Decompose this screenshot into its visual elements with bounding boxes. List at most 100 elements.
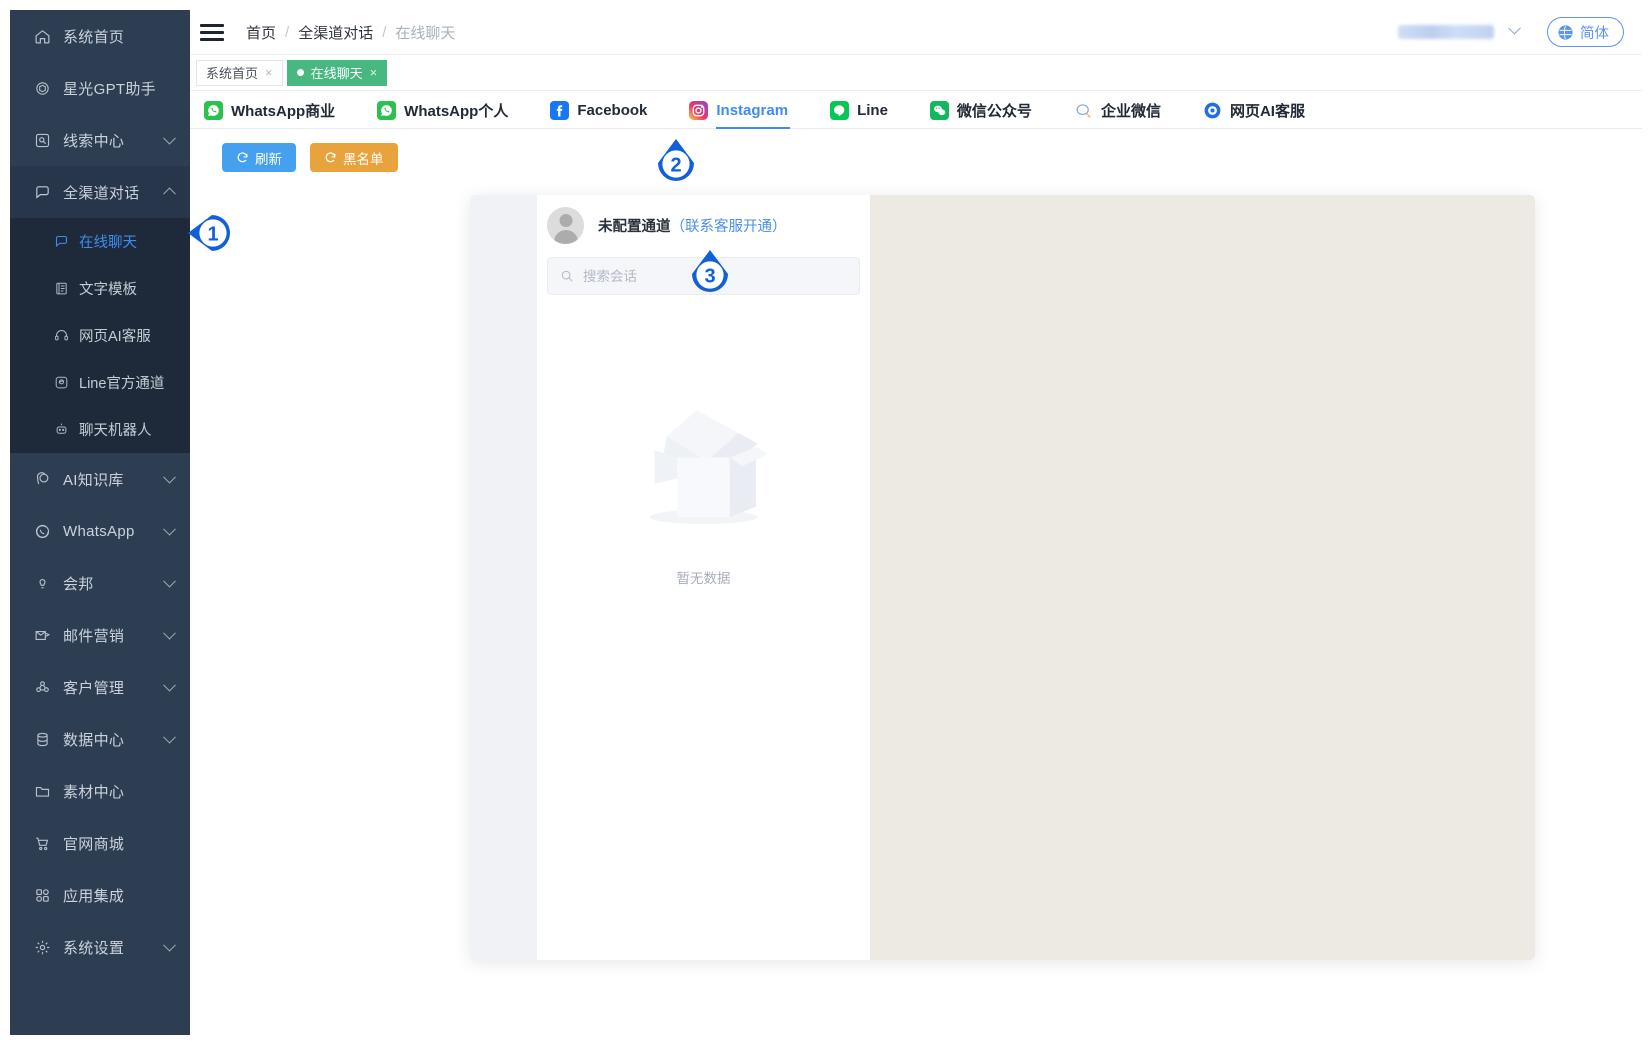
page-tab-online-chat[interactable]: 在线聊天 × [286, 59, 388, 86]
breadcrumb: 首页 / 全渠道对话 / 在线聊天 [246, 22, 455, 43]
gpt-icon [32, 78, 52, 98]
sidebar-item-whatsapp[interactable]: WhatsApp [10, 505, 190, 557]
sidebar-item-omnichannel[interactable]: 全渠道对话 [10, 166, 190, 218]
sidebar-item-shop[interactable]: 官网商城 [10, 817, 190, 869]
close-icon[interactable]: × [265, 66, 273, 79]
chevron-down-icon [163, 730, 176, 744]
svg-text:2: 2 [670, 155, 681, 177]
channel-tab-instagram[interactable]: Instagram [689, 92, 790, 129]
sidebar-item-ai-knowledge[interactable]: AI知识库 [10, 453, 190, 505]
chevron-down-icon[interactable] [1508, 21, 1521, 35]
channel-tab-label: Line [857, 101, 888, 119]
sidebar-item-label: 系统设置 [63, 939, 125, 957]
sidebar-item-web-ai-service[interactable]: 网页AI客服 [10, 312, 190, 359]
sidebar-item-label: AI知识库 [63, 471, 124, 489]
panel-left-rail [470, 195, 537, 960]
line-icon [830, 100, 850, 120]
sidebar-item-label: 聊天机器人 [79, 423, 152, 439]
sidebar-item-data-center[interactable]: 数据中心 [10, 713, 190, 765]
sidebar-item-app-integration[interactable]: 应用集成 [10, 869, 190, 921]
chevron-down-icon [163, 574, 176, 588]
channel-status-header: 未配置通道（联系客服开通） [537, 195, 870, 255]
sidebar-item-home[interactable]: 系统首页 [10, 10, 190, 62]
blacklist-button[interactable]: 黑名单 [310, 143, 398, 172]
database-icon [32, 729, 52, 749]
sidebar-item-chatbot[interactable]: 聊天机器人 [10, 406, 190, 453]
channel-tab-line[interactable]: Line [830, 92, 888, 128]
annotation-marker-2: 2 [653, 137, 699, 183]
action-buttons: 刷新 黑名单 [222, 143, 398, 172]
sidebar-item-email-marketing[interactable]: 邮件营销 [10, 609, 190, 661]
breadcrumb-item-home[interactable]: 首页 [246, 22, 276, 43]
channel-tab-web-ai-service[interactable]: 网页AI客服 [1203, 92, 1305, 128]
channel-tab-label: 微信公众号 [956, 102, 1032, 120]
search-icon [560, 269, 574, 283]
sidebar-item-label: 客户管理 [63, 679, 125, 697]
close-icon[interactable]: × [370, 66, 378, 79]
user-name-redacted[interactable] [1398, 25, 1494, 39]
avatar [547, 206, 584, 244]
conversation-list-column: 未配置通道（联系客服开通） 搜索会话 暂无数据 [537, 195, 870, 960]
sidebar-item-huibang[interactable]: 会邦 [10, 557, 190, 609]
channel-tab-label: WhatsApp个人 [404, 102, 509, 120]
sidebar-item-text-template[interactable]: 文字模板 [10, 265, 190, 312]
line-icon [52, 374, 70, 392]
channel-tab-wechat-official[interactable]: 微信公众号 [929, 92, 1032, 128]
language-button[interactable]: 简体 [1547, 17, 1624, 47]
web-ai-icon [1203, 101, 1222, 120]
wecom-icon [1074, 101, 1093, 120]
sidebar-item-material-center[interactable]: 素材中心 [10, 765, 190, 817]
headset-icon [52, 327, 70, 345]
breadcrumb-item-omnichannel[interactable]: 全渠道对话 [298, 22, 373, 43]
bulb-icon [32, 573, 52, 593]
channel-tab-label: WhatsApp商业 [231, 102, 336, 120]
breadcrumb-item-current: 在线聊天 [395, 24, 456, 42]
svg-text:1: 1 [207, 224, 218, 246]
sidebar-item-customer-mgmt[interactable]: 客户管理 [10, 661, 190, 713]
breadcrumb-separator: / [285, 23, 290, 41]
sidebar-item-line-channel[interactable]: Line官方通道 [10, 359, 190, 406]
blacklist-button-label: 黑名单 [343, 151, 384, 167]
chevron-down-icon [163, 470, 176, 484]
whatsapp-icon [377, 100, 397, 120]
contact-support-link[interactable]: （联系客服开通） [671, 219, 787, 235]
chevron-down-icon [163, 938, 176, 952]
hamburger-icon[interactable] [200, 23, 224, 41]
sidebar-item-label: 全渠道对话 [63, 184, 140, 202]
template-icon [52, 280, 70, 298]
channel-tab-wecom[interactable]: 企业微信 [1074, 92, 1161, 128]
chat-panel: 未配置通道（联系客服开通） 搜索会话 暂无数据 [470, 195, 1535, 960]
home-icon [32, 26, 52, 46]
chevron-down-icon [163, 626, 176, 640]
active-dot-icon [296, 69, 304, 76]
sidebar-item-label: 线索中心 [63, 132, 125, 150]
sidebar-item-system-settings[interactable]: 系统设置 [10, 921, 190, 973]
sidebar-item-label: 官网商城 [63, 835, 125, 853]
page-tabs-bar: 系统首页 × 在线聊天 × [190, 55, 1642, 91]
channel-tab-whatsapp-business[interactable]: WhatsApp商业 [204, 92, 335, 128]
facebook-icon [550, 100, 570, 120]
empty-state: 暂无数据 [537, 295, 870, 960]
sidebar-item-gpt[interactable]: 星光GPT助手 [10, 62, 190, 114]
sidebar-item-label: Line官方通道 [79, 376, 165, 392]
robot-icon [52, 421, 70, 439]
whatsapp-icon [204, 100, 223, 120]
sidebar: 系统首页 星光GPT助手 线索中心 全渠道对话 在线聊天 文字模板 网页AI客服… [10, 10, 190, 1035]
refresh-button[interactable]: 刷新 [222, 143, 296, 172]
chat-bubble-icon [52, 233, 70, 251]
svg-text:3: 3 [704, 266, 715, 288]
channel-tab-label: Instagram [716, 101, 789, 119]
page-tab-home[interactable]: 系统首页 × [196, 59, 283, 86]
sidebar-item-label: 网页AI客服 [79, 329, 151, 345]
sidebar-item-leads[interactable]: 线索中心 [10, 114, 190, 166]
page-tab-label: 系统首页 [206, 66, 259, 81]
lead-icon [32, 130, 52, 150]
channel-tab-facebook[interactable]: Facebook [550, 92, 647, 128]
chevron-down-icon [163, 522, 176, 536]
channel-tab-label: Facebook [577, 101, 648, 119]
sidebar-item-online-chat[interactable]: 在线聊天 [10, 218, 190, 265]
refresh-icon [236, 151, 249, 164]
sidebar-submenu: 在线聊天 文字模板 网页AI客服 Line官方通道 聊天机器人 [10, 218, 190, 453]
channel-tab-whatsapp-personal[interactable]: WhatsApp个人 [377, 92, 508, 128]
channel-tab-label: 网页AI客服 [1229, 102, 1305, 120]
